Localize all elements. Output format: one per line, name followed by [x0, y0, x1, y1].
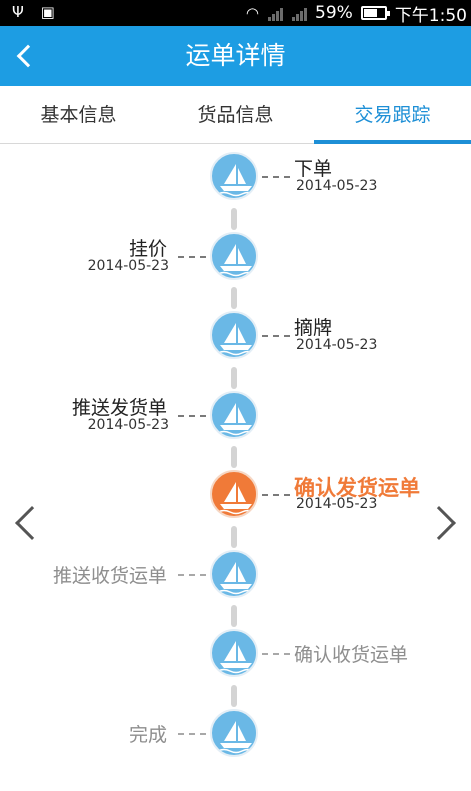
timeline-connector [231, 684, 237, 707]
timeline-dash [178, 573, 206, 576]
battery-percent: 59% [315, 3, 353, 23]
timeline-step-label: 摘牌 [294, 317, 333, 339]
usb-icon: Ψ [12, 3, 24, 21]
tab-goods-info[interactable]: 货品信息 [157, 86, 314, 144]
trade-timeline: 下单 2014-05-23 挂价 2014-05-23 摘牌 2014-05-23 推送发货… [0, 144, 471, 791]
app-header: 运单详情 [0, 26, 471, 86]
timeline-step-date: 2014-05-23 [296, 337, 378, 353]
timeline-step-date: 2014-05-23 [296, 178, 378, 194]
status-bar: Ψ ▣ ◠ 59% 下午1:50 [0, 0, 471, 26]
tab-trade-tracking[interactable]: 交易跟踪 [314, 86, 471, 144]
timeline-step-label: 推送收货运单 [52, 564, 167, 587]
timeline-step-date: 2014-05-23 [87, 416, 169, 433]
ship-icon [210, 629, 258, 677]
tab-basic-info[interactable]: 基本信息 [0, 86, 157, 144]
timeline-connector [231, 446, 237, 468]
battery-icon [360, 6, 390, 20]
timeline-dash [262, 176, 290, 178]
signal-sim2-icon [291, 5, 308, 21]
timeline-step-label: 推送发货单 [71, 396, 167, 419]
android-debug-icon: ▣ [40, 3, 55, 21]
timeline-connector [231, 287, 237, 309]
timeline-connector [231, 525, 237, 548]
next-arrow-button[interactable] [422, 499, 463, 549]
timeline-dash [178, 732, 206, 735]
prev-arrow-button[interactable] [8, 499, 49, 549]
timeline-step-label: 挂价 [128, 237, 167, 260]
ship-icon [210, 231, 258, 280]
chevron-right-icon [422, 506, 456, 540]
signal-sim1-icon [267, 5, 284, 21]
timeline-step-date: 2014-05-23 [87, 257, 169, 274]
timeline-step-date: 2014-05-23 [296, 496, 378, 512]
timeline-dash [262, 653, 290, 655]
timeline-dash [178, 255, 206, 258]
timeline-step-label: 确认收货运单 [294, 644, 409, 666]
timeline-connector [231, 605, 237, 627]
timeline-dash [178, 414, 206, 417]
ship-icon [210, 549, 258, 598]
ship-icon [210, 311, 258, 359]
timeline-step-label: 下单 [294, 158, 333, 180]
chevron-left-icon [15, 506, 49, 540]
timeline-step-label: 完成 [128, 723, 167, 746]
ship-icon [210, 390, 258, 439]
page-title: 运单详情 [185, 41, 286, 70]
ship-icon [210, 152, 258, 200]
wifi-icon: ◠ [245, 4, 260, 22]
timeline-dash [262, 335, 290, 337]
tab-bar: 基本信息 货品信息 交易跟踪 [0, 86, 471, 144]
ship-icon [210, 708, 258, 757]
clock: 下午1:50 [394, 5, 467, 26]
timeline-dash [262, 494, 290, 496]
ship-icon [210, 470, 258, 518]
timeline-connector [231, 366, 237, 389]
timeline-connector [231, 207, 237, 230]
